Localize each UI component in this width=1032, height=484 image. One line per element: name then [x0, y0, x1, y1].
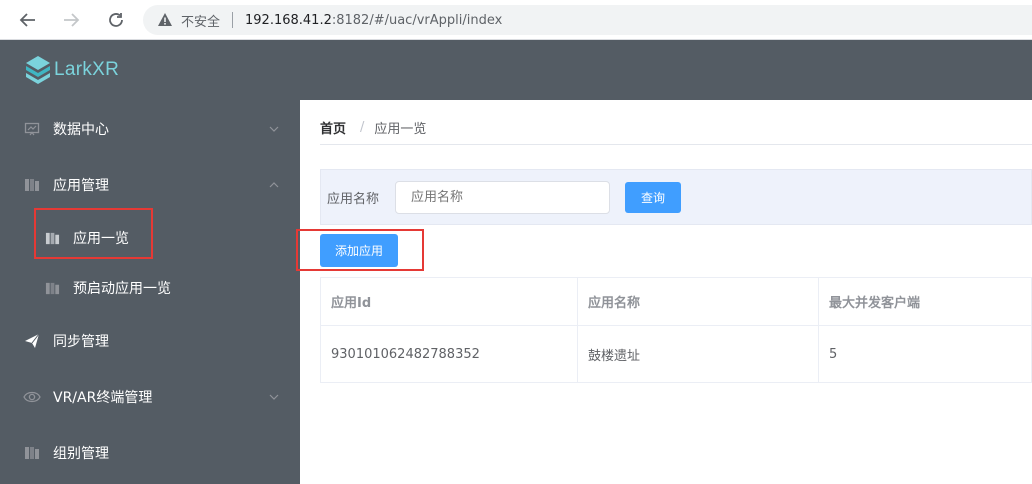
url-host: 192.168.41.2: [245, 12, 332, 28]
sidebar-item-data-center[interactable]: 数据中心: [0, 101, 300, 157]
logo-text: LarkXR: [54, 59, 120, 80]
app-name-label: 应用名称: [327, 192, 380, 207]
back-button[interactable]: [10, 2, 46, 38]
eye-icon: [23, 388, 41, 406]
app-grid-icon: [23, 444, 41, 462]
app-table: 应用Id 应用名称 最大并发客户端 930101062482788352 鼓楼遗…: [320, 277, 1032, 383]
send-icon: [23, 332, 41, 350]
query-button[interactable]: 查询: [625, 182, 681, 213]
url-path: :8182/#/uac/vrAppli/index: [331, 12, 503, 28]
sidebar-item-sync-management[interactable]: 同步管理: [0, 313, 300, 369]
logo-cube-icon: [26, 56, 50, 84]
highlight-box-add-app: [296, 229, 424, 271]
app-name-search-input[interactable]: [395, 181, 610, 214]
sidebar-item-label: 预启动应用一览: [73, 281, 171, 297]
browser-toolbar: 不安全 192.168.41.2:8182/#/uac/vrAppli/inde…: [0, 0, 1032, 40]
breadcrumb: 首页 / 应用一览: [320, 118, 426, 137]
chevron-up-icon: [269, 182, 279, 188]
cell-max-clients: 5: [829, 347, 838, 362]
sidebar-item-group-management[interactable]: 组别管理: [0, 425, 300, 481]
arrow-right-icon: [64, 13, 80, 27]
app-grid-icon: [23, 176, 41, 194]
forward-button[interactable]: [53, 2, 89, 38]
sidebar-item-label: 同步管理: [53, 334, 109, 350]
table-header-row: 应用Id 应用名称 最大并发客户端: [321, 278, 1032, 326]
sidebar-item-label: VR/AR终端管理: [53, 390, 153, 406]
top-header: LarkXR: [0, 40, 1032, 100]
divider: [320, 144, 1032, 145]
sidebar-item-label: 组别管理: [53, 446, 109, 462]
sidebar-item-label: 数据中心: [53, 122, 109, 138]
logo[interactable]: LarkXR: [24, 54, 119, 86]
breadcrumb-current: 应用一览: [374, 122, 427, 137]
breadcrumb-separator: /: [360, 120, 365, 135]
table-header-max-clients: 最大并发客户端: [829, 296, 921, 311]
address-bar[interactable]: 不安全 192.168.41.2:8182/#/uac/vrAppli/inde…: [143, 5, 1032, 35]
warning-icon: [158, 13, 172, 26]
chevron-down-icon: [269, 126, 279, 132]
cell-app-name: 鼓楼遗址: [588, 349, 641, 364]
insecure-label: 不安全: [181, 14, 221, 30]
reload-button[interactable]: [98, 2, 134, 38]
chart-board-icon: [23, 120, 41, 138]
reload-icon: [109, 13, 123, 27]
cell-app-id: 930101062482788352: [331, 347, 480, 362]
table-header-app-id: 应用Id: [331, 296, 372, 311]
sidebar-subitem-prelaunch-app-list[interactable]: 预启动应用一览: [0, 263, 300, 313]
table-header-app-name: 应用名称: [588, 296, 641, 311]
breadcrumb-home[interactable]: 首页: [320, 118, 346, 137]
highlight-box-app-list: [34, 208, 153, 259]
address-separator: [232, 12, 234, 28]
app-grid-icon: [44, 280, 60, 296]
sidebar: 数据中心 应用管理 应用一览 预启动应用一览 同步管理 VR/AR终端管理 组别…: [0, 100, 300, 484]
sidebar-item-label: 应用管理: [53, 178, 109, 194]
sidebar-item-vr-ar-terminal[interactable]: VR/AR终端管理: [0, 369, 300, 425]
table-row[interactable]: 930101062482788352 鼓楼遗址 5: [321, 326, 1032, 383]
main-content: 首页 / 应用一览 应用名称 查询 添加应用 应用Id 应用名称 最大并发客户端…: [300, 100, 1032, 484]
sidebar-item-app-management[interactable]: 应用管理: [0, 157, 300, 213]
arrow-left-icon: [19, 13, 35, 27]
chevron-down-icon: [269, 394, 279, 400]
search-form: 应用名称 查询: [320, 169, 1032, 225]
